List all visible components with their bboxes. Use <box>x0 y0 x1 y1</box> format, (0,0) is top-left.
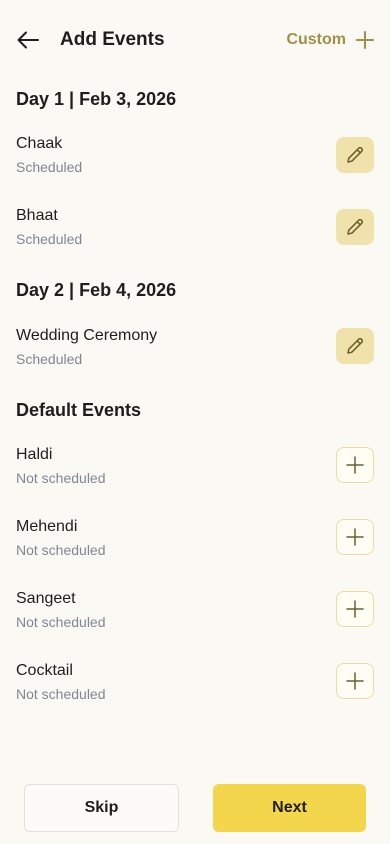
custom-button[interactable]: Custom <box>286 31 374 49</box>
list-item: Cocktail Not scheduled <box>16 662 374 734</box>
add-event-button[interactable] <box>336 519 374 555</box>
plus-icon <box>346 528 364 546</box>
event-status: Scheduled <box>16 231 83 247</box>
header: Add Events Custom <box>0 0 390 80</box>
event-status: Not scheduled <box>16 686 106 702</box>
event-status: Scheduled <box>16 351 83 367</box>
event-name: Bhaat <box>16 207 58 224</box>
event-name: Cocktail <box>16 662 73 679</box>
list-item: Haldi Not scheduled <box>16 446 374 518</box>
day-heading: Day 1 | Feb 3, 2026 <box>16 89 177 109</box>
event-status: Scheduled <box>16 159 83 175</box>
default-events-heading: Default Events <box>16 400 142 420</box>
back-button[interactable] <box>16 28 40 52</box>
plus-icon <box>356 31 374 49</box>
plus-icon <box>346 672 364 690</box>
edit-event-button[interactable] <box>336 137 374 173</box>
event-status: Not scheduled <box>16 614 106 630</box>
event-status: Not scheduled <box>16 470 106 486</box>
list-item: Chaak Scheduled <box>16 135 374 207</box>
pencil-icon <box>347 337 364 354</box>
add-events-screen: Add Events Custom Day 1 | Feb 3, 2026 Ch… <box>0 0 390 844</box>
pencil-icon <box>347 218 364 235</box>
event-name: Haldi <box>16 446 53 463</box>
footer-actions: Skip Next <box>24 784 366 832</box>
event-status: Not scheduled <box>16 542 106 558</box>
add-event-button[interactable] <box>336 591 374 627</box>
event-name: Sangeet <box>16 590 76 607</box>
list-item: Wedding Ceremony Scheduled <box>16 327 374 399</box>
plus-icon <box>346 600 364 618</box>
next-button[interactable]: Next <box>213 784 366 832</box>
arrow-left-icon <box>17 31 39 49</box>
pencil-icon <box>347 146 364 163</box>
plus-icon <box>346 456 364 474</box>
skip-button[interactable]: Skip <box>24 784 179 832</box>
page-title: Add Events <box>60 29 165 50</box>
event-name: Chaak <box>16 135 63 152</box>
list-item: Sangeet Not scheduled <box>16 590 374 662</box>
edit-event-button[interactable] <box>336 209 374 245</box>
list-item: Mehendi Not scheduled <box>16 518 374 590</box>
event-name: Wedding Ceremony <box>16 327 158 344</box>
day-heading: Day 2 | Feb 4, 2026 <box>16 280 177 300</box>
add-event-button[interactable] <box>336 447 374 483</box>
custom-label: Custom <box>286 31 346 48</box>
add-event-button[interactable] <box>336 663 374 699</box>
edit-event-button[interactable] <box>336 328 374 364</box>
list-item: Bhaat Scheduled <box>16 207 374 279</box>
event-name: Mehendi <box>16 518 78 535</box>
